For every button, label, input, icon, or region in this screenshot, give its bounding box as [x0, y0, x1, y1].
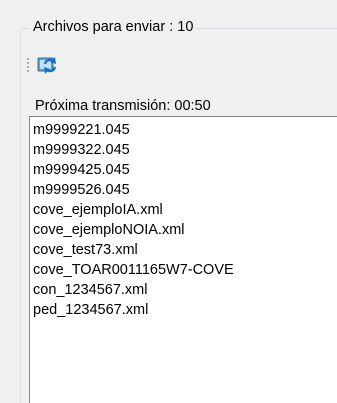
files-list[interactable]: m9999221.045 m9999322.045 m9999425.045 m… [29, 116, 337, 403]
files-to-send-title: Archivos para enviar : 10 [30, 17, 197, 37]
list-item[interactable]: m9999221.045 [33, 120, 337, 140]
list-item[interactable]: cove_ejemploNOIA.xml [33, 220, 337, 240]
list-item[interactable]: con_1234567.xml [33, 280, 337, 300]
list-item[interactable]: cove_test73.xml [33, 240, 337, 260]
list-item[interactable]: ped_1234567.xml [33, 300, 337, 320]
toolbar [23, 46, 337, 94]
next-transmission-label: Próxima transmisión: 00:50 [35, 98, 211, 114]
toolbar-grip[interactable] [27, 57, 29, 74]
refresh-icon [37, 57, 57, 74]
refresh-button[interactable] [37, 54, 59, 76]
list-item[interactable]: cove_ejemploIA.xml [33, 200, 337, 220]
list-item[interactable]: m9999526.045 [33, 180, 337, 200]
list-item[interactable]: cove_TOAR0011165W7-COVE [33, 260, 337, 280]
list-item[interactable]: m9999322.045 [33, 140, 337, 160]
list-item[interactable]: m9999425.045 [33, 160, 337, 180]
